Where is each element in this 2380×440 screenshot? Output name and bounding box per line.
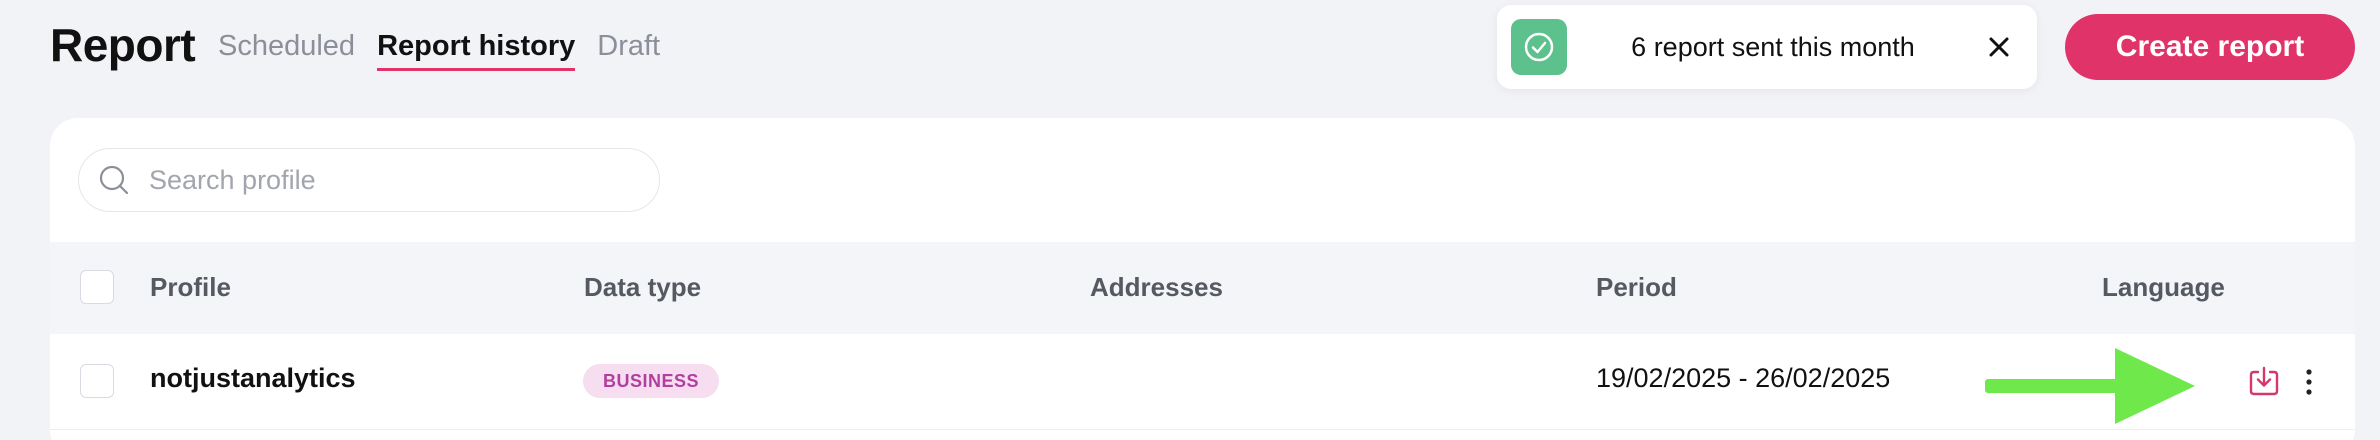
more-vertical-icon[interactable] bbox=[2289, 362, 2329, 402]
data-type-badge: BUSINESS bbox=[583, 364, 720, 398]
check-circle-icon bbox=[1511, 19, 1567, 75]
toast-message: 6 report sent this month bbox=[1631, 31, 1915, 62]
annotation-arrow-icon bbox=[1985, 348, 2195, 424]
search-icon bbox=[99, 165, 129, 195]
column-header-language: Language bbox=[2102, 272, 2225, 302]
search-input[interactable] bbox=[149, 164, 629, 196]
column-header-addresses: Addresses bbox=[1090, 272, 1223, 302]
tab-report-history[interactable]: Report history bbox=[377, 30, 576, 71]
profile-name: notjustanalytics bbox=[150, 363, 356, 393]
column-header-period: Period bbox=[1596, 272, 1677, 302]
download-icon[interactable] bbox=[2244, 362, 2284, 402]
column-header-data-type: Data type bbox=[584, 272, 702, 302]
tab-bar: Scheduled Report history Draft bbox=[218, 30, 660, 71]
create-report-button[interactable]: Create report bbox=[2065, 14, 2355, 80]
search-box bbox=[78, 148, 660, 212]
table-header: Profile Data type Addresses Period Langu… bbox=[50, 242, 2355, 334]
select-all-checkbox[interactable] bbox=[80, 270, 114, 304]
page-title: Report bbox=[50, 19, 196, 71]
column-header-profile: Profile bbox=[150, 272, 231, 302]
toast-notification: 6 report sent this month bbox=[1497, 5, 2037, 89]
period-value: 19/02/2025 - 26/02/2025 bbox=[1596, 363, 1891, 393]
tab-scheduled[interactable]: Scheduled bbox=[218, 30, 355, 71]
row-checkbox[interactable] bbox=[80, 364, 114, 398]
close-icon[interactable] bbox=[1979, 27, 2019, 67]
tab-draft[interactable]: Draft bbox=[597, 30, 660, 71]
